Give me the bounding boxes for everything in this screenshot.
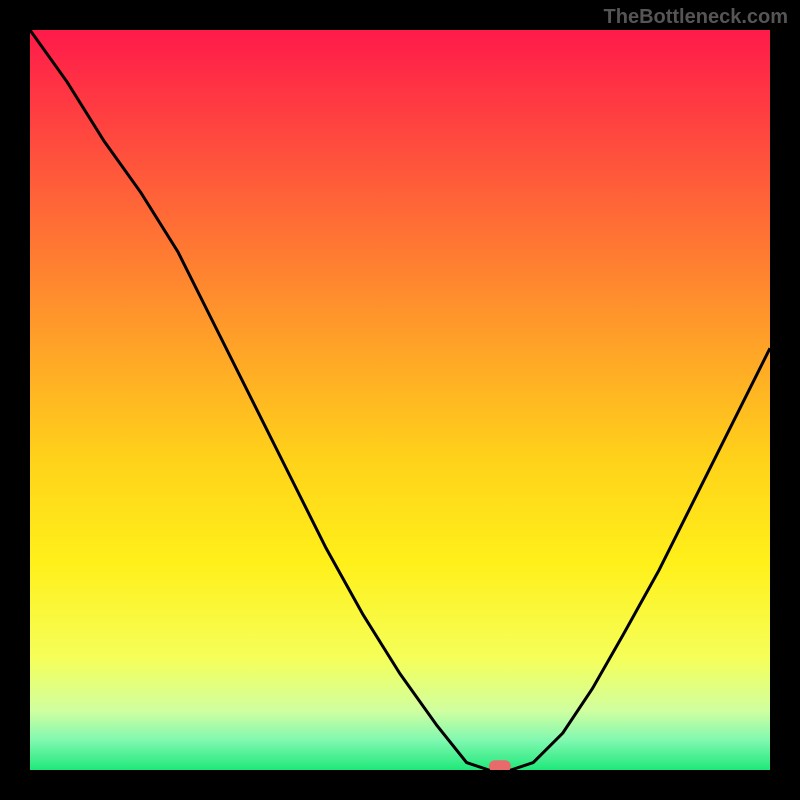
gradient-background bbox=[30, 30, 770, 770]
plot-area bbox=[30, 30, 770, 770]
chart-svg bbox=[30, 30, 770, 770]
watermark-text: TheBottleneck.com bbox=[604, 6, 788, 29]
optimal-marker bbox=[489, 760, 511, 770]
chart-container: TheBottleneck.com bbox=[0, 0, 800, 800]
